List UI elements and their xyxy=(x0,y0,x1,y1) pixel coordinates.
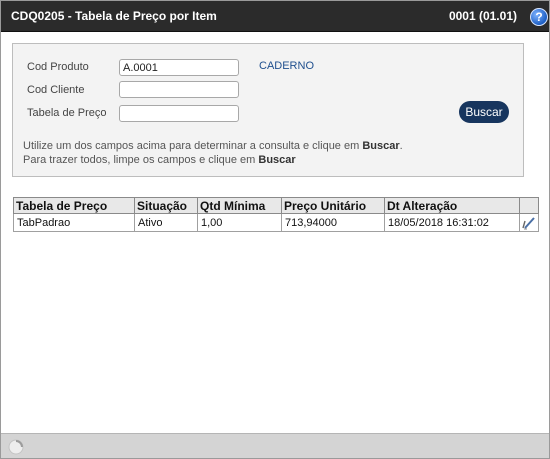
table-row[interactable]: TabPadrao Ativo 1,00 713,94000 18/05/201… xyxy=(13,213,539,232)
title-bar: CDQ0205 - Tabela de Preço por Item 0001 … xyxy=(1,1,549,32)
cell-qtd-minima: 1,00 xyxy=(197,213,282,232)
tabela-preco-input[interactable] xyxy=(119,105,239,122)
cod-produto-input[interactable] xyxy=(119,59,239,76)
app-window: CDQ0205 - Tabela de Preço por Item 0001 … xyxy=(0,0,550,459)
col-dt-alteracao[interactable]: Dt Alteração xyxy=(384,197,520,214)
cod-cliente-input[interactable] xyxy=(119,81,239,98)
col-action xyxy=(519,197,539,214)
hint-2-text: Para trazer todos, limpe os campos e cli… xyxy=(23,154,259,166)
col-tabela-preco[interactable]: Tabela de Preço xyxy=(13,197,135,214)
cell-dt-alteracao: 18/05/2018 16:31:02 xyxy=(384,213,520,232)
product-description: CADERNO xyxy=(259,60,315,72)
cell-preco-unitario: 713,94000 xyxy=(281,213,385,232)
hint-line-1: Utilize um dos campos acima para determi… xyxy=(23,140,403,152)
cod-produto-label: Cod Produto xyxy=(27,61,89,73)
hint-1-text: Utilize um dos campos acima para determi… xyxy=(23,140,363,152)
col-qtd-minima[interactable]: Qtd Mínima xyxy=(197,197,282,214)
table-header-row: Tabela de Preço Situação Qtd Mínima Preç… xyxy=(13,197,539,214)
col-preco-unitario[interactable]: Preço Unitário xyxy=(281,197,385,214)
hint-line-2: Para trazer todos, limpe os campos e cli… xyxy=(23,154,296,166)
search-panel: Cod Produto CADERNO Cod Cliente Tabela d… xyxy=(12,43,524,177)
edit-pen-icon[interactable] xyxy=(521,216,537,230)
cell-situacao: Ativo xyxy=(134,213,198,232)
status-bar xyxy=(1,433,549,458)
window-title: CDQ0205 - Tabela de Preço por Item xyxy=(11,9,217,23)
loading-spinner-icon xyxy=(7,438,25,456)
cod-cliente-label: Cod Cliente xyxy=(27,84,85,96)
search-button[interactable]: Buscar xyxy=(459,101,509,123)
price-table: Tabela de Preço Situação Qtd Mínima Preç… xyxy=(13,197,539,232)
tabela-preco-label: Tabela de Preço xyxy=(27,107,107,119)
cell-tabela: TabPadrao xyxy=(13,213,135,232)
user-info: 0001 (01.01) xyxy=(448,9,517,23)
hint-1-bold: Buscar xyxy=(362,140,400,152)
col-situacao[interactable]: Situação xyxy=(134,197,198,214)
hint-1-suffix: . xyxy=(399,140,403,152)
question-mark-icon[interactable]: ? xyxy=(530,8,548,26)
hint-2-bold: Buscar xyxy=(258,154,296,166)
cell-action xyxy=(519,213,539,232)
